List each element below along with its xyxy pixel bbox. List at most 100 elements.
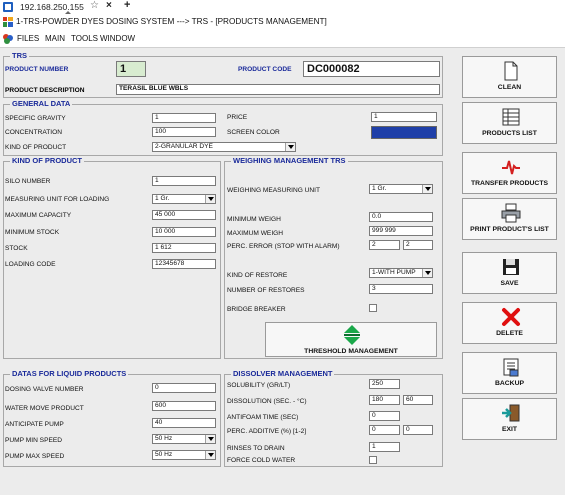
delete-button[interactable]: DELETE bbox=[462, 302, 557, 344]
perc-error-label: PERC. ERROR (STOP WITH ALARM) bbox=[227, 243, 340, 250]
transfer-products-label: TRANSFER PRODUCTS bbox=[470, 180, 549, 187]
rinses-to-drain-field[interactable]: 1 bbox=[369, 442, 400, 452]
favorite-star-icon[interactable]: ☆ bbox=[90, 0, 99, 11]
products-list-button[interactable]: PRODUCTS LIST bbox=[462, 102, 557, 144]
archive-icon bbox=[503, 358, 519, 377]
loading-unit-label: MEASURING UNIT FOR LOADING bbox=[5, 196, 110, 203]
silo-number-field[interactable]: 1 bbox=[152, 176, 216, 186]
clean-button[interactable]: CLEAN bbox=[462, 56, 557, 98]
dropdown-arrow-icon[interactable] bbox=[285, 143, 295, 151]
kind-of-restore-select[interactable]: 1-WITH PUMP bbox=[369, 268, 433, 278]
anticipate-pump-label: ANTICIPATE PUMP bbox=[5, 421, 64, 428]
loading-code-field[interactable]: 12345678 bbox=[152, 259, 216, 269]
clean-label: CLEAN bbox=[497, 84, 522, 91]
menu-window[interactable]: WINDOW bbox=[100, 34, 135, 43]
min-stock-field[interactable]: 10 000 bbox=[152, 227, 216, 237]
stock-field[interactable]: 1 612 bbox=[152, 243, 216, 253]
browser-tab-strip: 192.168.250.155 ☆ × + bbox=[0, 0, 565, 15]
pump-min-speed-value: 50 Hz bbox=[155, 435, 173, 442]
perc-additive-field-1[interactable]: 0 bbox=[369, 425, 400, 435]
min-weigh-label: MINIMUM WEIGH bbox=[227, 216, 281, 223]
kind-of-product-value: 2-GRANULAR DYE bbox=[155, 143, 213, 150]
min-weigh-field[interactable]: 0.0 bbox=[369, 212, 433, 222]
silo-number-label: SILO NUMBER bbox=[5, 178, 51, 185]
trs-group-title: TRS bbox=[10, 51, 29, 61]
kind-of-product-select[interactable]: 2-GRANULAR DYE bbox=[152, 142, 296, 152]
printer-icon bbox=[501, 203, 521, 223]
solubility-field[interactable]: 250 bbox=[369, 379, 400, 389]
anticipate-pump-field[interactable]: 40 bbox=[152, 418, 216, 428]
product-number-field[interactable]: 1 bbox=[116, 61, 146, 77]
product-code-field[interactable]: DC000082 bbox=[303, 61, 440, 77]
delete-label: DELETE bbox=[496, 330, 523, 337]
weighing-unit-label: WEIGHING MEASURING UNIT bbox=[227, 187, 321, 194]
dropdown-arrow-icon[interactable] bbox=[205, 451, 215, 459]
kind-of-product-title: KIND OF PRODUCT bbox=[10, 156, 84, 166]
bridge-breaker-label: BRIDGE BREAKER bbox=[227, 306, 286, 313]
print-products-list-button[interactable]: PRINT PRODUCT'S LIST bbox=[462, 198, 557, 240]
price-label: PRICE bbox=[227, 114, 248, 121]
weighing-unit-select[interactable]: 1 Gr. bbox=[369, 184, 433, 194]
dropdown-arrow-icon[interactable] bbox=[205, 435, 215, 443]
specific-gravity-label: SPECIFIC GRAVITY bbox=[5, 115, 66, 122]
app-logo-icon bbox=[3, 2, 13, 12]
dropdown-arrow-icon[interactable] bbox=[422, 185, 432, 193]
water-move-label: WATER MOVE PRODUCT bbox=[5, 405, 84, 412]
blank-page-icon bbox=[504, 61, 518, 81]
new-tab-icon[interactable]: + bbox=[124, 0, 130, 11]
general-data-title: GENERAL DATA bbox=[10, 99, 73, 109]
dissolution-temperature-field[interactable]: 60 bbox=[403, 395, 433, 405]
bridge-breaker-checkbox[interactable] bbox=[369, 304, 377, 312]
loading-unit-select[interactable]: 1 Gr. bbox=[152, 194, 216, 204]
threshold-management-button[interactable]: THRESHOLD MANAGEMENT bbox=[265, 322, 437, 357]
screen-color-swatch[interactable] bbox=[371, 126, 437, 139]
antifoam-time-field[interactable]: 0 bbox=[369, 411, 400, 421]
product-description-field[interactable]: TERASIL BLUE WBLS bbox=[116, 84, 440, 95]
dosing-valve-field[interactable]: 0 bbox=[152, 383, 216, 393]
max-weigh-label: MAXIMUM WEIGH bbox=[227, 230, 284, 237]
print-products-list-label: PRINT PRODUCT'S LIST bbox=[470, 226, 549, 233]
exit-button[interactable]: EXIT bbox=[462, 398, 557, 440]
liquid-products-title: DATAS FOR LIQUID PRODUCTS bbox=[10, 369, 129, 379]
pump-max-speed-select[interactable]: 50 Hz bbox=[152, 450, 216, 460]
price-field[interactable]: 1 bbox=[371, 112, 437, 122]
perc-additive-field-2[interactable]: 0 bbox=[403, 425, 433, 435]
weighing-management-title: WEIGHING MANAGEMENT TRS bbox=[231, 156, 348, 166]
kind-of-restore-value: 1-WITH PUMP bbox=[372, 269, 416, 276]
loading-code-label: LOADING CODE bbox=[5, 261, 56, 268]
perc-error-field-2[interactable]: 2 bbox=[403, 240, 433, 250]
menu-main[interactable]: MAIN bbox=[45, 34, 65, 43]
exit-door-icon bbox=[502, 404, 520, 422]
dropdown-arrow-icon[interactable] bbox=[422, 269, 432, 277]
browser-address[interactable]: 192.168.250.155 bbox=[20, 2, 84, 12]
dissolution-label: DISSOLUTION (SEC. - °C) bbox=[227, 398, 307, 405]
max-capacity-field[interactable]: 45 000 bbox=[152, 210, 216, 220]
pump-min-speed-select[interactable]: 50 Hz bbox=[152, 434, 216, 444]
app-icon bbox=[3, 17, 13, 27]
kind-of-product-label: KIND OF PRODUCT bbox=[5, 144, 67, 151]
menu-files[interactable]: FILES bbox=[17, 34, 39, 43]
menu-app-icon bbox=[3, 34, 13, 44]
list-grid-icon bbox=[502, 108, 520, 126]
backup-button[interactable]: BACKUP bbox=[462, 352, 557, 394]
specific-gravity-field[interactable]: 1 bbox=[152, 113, 216, 123]
solubility-label: SOLUBILITY (GR/LT) bbox=[227, 382, 291, 389]
transfer-products-button[interactable]: TRANSFER PRODUCTS bbox=[462, 152, 557, 194]
window-title: 1-TRS-POWDER DYES DOSING SYSTEM ---> TRS… bbox=[16, 17, 327, 26]
min-stock-label: MINIMUM STOCK bbox=[5, 229, 60, 236]
force-cold-water-label: FORCE COLD WATER bbox=[227, 457, 296, 464]
dissolution-seconds-field[interactable]: 180 bbox=[369, 395, 400, 405]
max-weigh-field[interactable]: 999 999 bbox=[369, 226, 433, 236]
save-button[interactable]: SAVE bbox=[462, 252, 557, 294]
force-cold-water-checkbox[interactable] bbox=[369, 456, 377, 464]
menu-tools[interactable]: TOOLS bbox=[71, 34, 98, 43]
concentration-field[interactable]: 100 bbox=[152, 127, 216, 137]
number-of-restores-field[interactable]: 3 bbox=[369, 284, 433, 294]
water-move-field[interactable]: 600 bbox=[152, 401, 216, 411]
close-tab-icon[interactable]: × bbox=[106, 0, 112, 11]
pulse-icon bbox=[502, 160, 520, 175]
antifoam-time-label: ANTIFOAM TIME (SEC) bbox=[227, 414, 299, 421]
dropdown-arrow-icon[interactable] bbox=[205, 195, 215, 203]
perc-error-field-1[interactable]: 2 bbox=[369, 240, 400, 250]
dosing-valve-label: DOSING VALVE NUMBER bbox=[5, 386, 84, 393]
